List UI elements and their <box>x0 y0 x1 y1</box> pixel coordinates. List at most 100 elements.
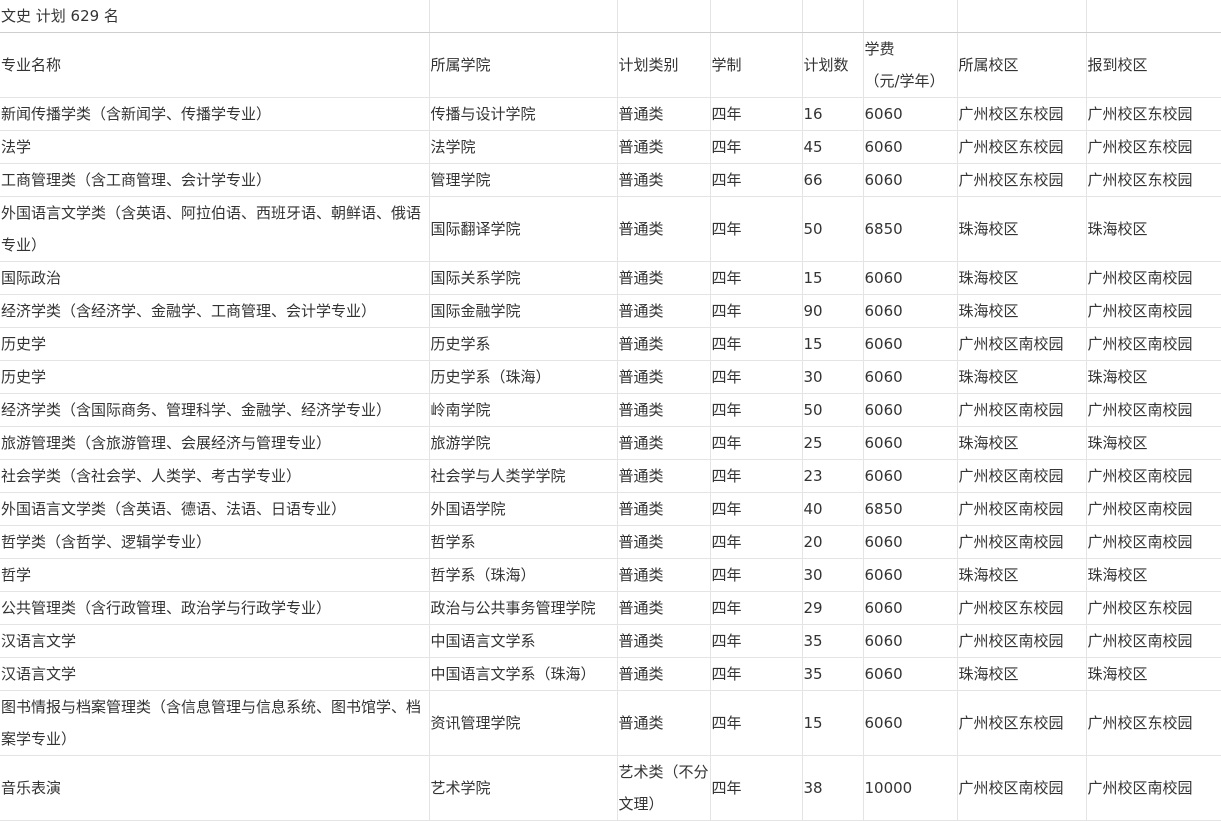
cell-report-campus: 珠海校区 <box>1086 657 1221 691</box>
cell-major: 经济学类（含经济学、金融学、工商管理、会计学专业） <box>0 294 430 328</box>
cell-duration: 四年 <box>710 657 803 691</box>
cell-duration: 四年 <box>710 163 803 197</box>
cell-college: 历史学系 <box>429 327 618 361</box>
cell-fee: 6060 <box>863 130 958 164</box>
cell-major: 旅游管理类（含旅游管理、会展经济与管理专业） <box>0 426 430 460</box>
cell-count: 16 <box>802 97 864 131</box>
cell-fee: 6060 <box>863 97 958 131</box>
cell-report-campus: 珠海校区 <box>1086 426 1221 460</box>
table-row: 哲学 哲学系（珠海） 普通类 四年 30 6060 珠海校区 珠海校区 <box>0 558 1221 592</box>
title-empty-cell <box>957 0 1087 33</box>
cell-fee: 6060 <box>863 327 958 361</box>
cell-duration: 四年 <box>710 130 803 164</box>
cell-category: 普通类 <box>617 558 711 592</box>
title-empty-cell <box>710 0 803 33</box>
cell-college: 传播与设计学院 <box>429 97 618 131</box>
title-empty-cell <box>863 0 958 33</box>
title-empty-cell <box>617 0 711 33</box>
cell-category: 普通类 <box>617 294 711 328</box>
cell-category: 普通类 <box>617 97 711 131</box>
cell-duration: 四年 <box>710 327 803 361</box>
cell-college: 旅游学院 <box>429 426 618 460</box>
cell-campus: 广州校区东校园 <box>957 163 1087 197</box>
cell-fee: 6060 <box>863 525 958 559</box>
cell-category: 普通类 <box>617 591 711 625</box>
cell-campus: 珠海校区 <box>957 426 1087 460</box>
cell-campus: 广州校区南校园 <box>957 755 1087 821</box>
header-fee-line1: 学费 <box>864 40 895 58</box>
cell-fee: 6060 <box>863 163 958 197</box>
cell-report-campus: 广州校区南校园 <box>1086 459 1221 493</box>
cell-major: 国际政治 <box>0 261 430 295</box>
cell-college: 哲学系（珠海） <box>429 558 618 592</box>
header-count: 计划数 <box>802 32 864 98</box>
table-row: 哲学类（含哲学、逻辑学专业） 哲学系 普通类 四年 20 6060 广州校区南校园 广州校区南… <box>0 525 1221 559</box>
cell-report-campus: 广州校区南校园 <box>1086 525 1221 559</box>
table-row: 经济学类（含经济学、金融学、工商管理、会计学专业） 国际金融学院 普通类 四年 90 60… <box>0 294 1221 328</box>
cell-duration: 四年 <box>710 426 803 460</box>
table-row: 音乐表演 艺术学院 艺术类（不分文理） 四年 38 10000 广州校区南校园 广州校区南校园 <box>0 755 1221 821</box>
cell-count: 40 <box>802 492 864 526</box>
cell-duration: 四年 <box>710 525 803 559</box>
cell-major: 历史学 <box>0 360 430 394</box>
cell-duration: 四年 <box>710 558 803 592</box>
cell-college: 中国语言文学系（珠海） <box>429 657 618 691</box>
cell-report-campus: 广州校区南校园 <box>1086 393 1221 427</box>
cell-college: 资讯管理学院 <box>429 690 618 756</box>
cell-count: 30 <box>802 360 864 394</box>
cell-fee: 6850 <box>863 492 958 526</box>
title-empty-cell <box>1086 0 1221 33</box>
cell-college: 外国语学院 <box>429 492 618 526</box>
cell-count: 15 <box>802 690 864 756</box>
table-row: 新闻传播学类（含新闻学、传播学专业） 传播与设计学院 普通类 四年 16 6060 广州校区… <box>0 97 1221 131</box>
table-row: 经济学类（含国际商务、管理科学、金融学、经济学专业） 岭南学院 普通类 四年 50 606… <box>0 393 1221 427</box>
cell-fee: 6060 <box>863 294 958 328</box>
cell-campus: 广州校区南校园 <box>957 393 1087 427</box>
cell-category: 普通类 <box>617 426 711 460</box>
cell-category: 艺术类（不分文理） <box>617 755 711 821</box>
table-row: 公共管理类（含行政管理、政治学与行政学专业） 政治与公共事务管理学院 普通类 四年 29… <box>0 591 1221 625</box>
cell-category: 普通类 <box>617 163 711 197</box>
cell-campus: 广州校区东校园 <box>957 130 1087 164</box>
header-campus: 所属校区 <box>957 32 1087 98</box>
cell-count: 23 <box>802 459 864 493</box>
cell-category: 普通类 <box>617 525 711 559</box>
cell-report-campus: 广州校区南校园 <box>1086 624 1221 658</box>
cell-fee: 6060 <box>863 591 958 625</box>
cell-fee: 6060 <box>863 261 958 295</box>
cell-campus: 广州校区东校园 <box>957 591 1087 625</box>
header-duration: 学制 <box>710 32 803 98</box>
cell-category: 普通类 <box>617 393 711 427</box>
cell-count: 30 <box>802 558 864 592</box>
cell-campus: 珠海校区 <box>957 360 1087 394</box>
cell-duration: 四年 <box>710 294 803 328</box>
cell-campus: 珠海校区 <box>957 558 1087 592</box>
cell-count: 15 <box>802 327 864 361</box>
cell-fee: 6060 <box>863 624 958 658</box>
cell-campus: 珠海校区 <box>957 657 1087 691</box>
cell-duration: 四年 <box>710 261 803 295</box>
cell-category: 普通类 <box>617 492 711 526</box>
cell-category: 普通类 <box>617 624 711 658</box>
cell-college: 国际翻译学院 <box>429 196 618 262</box>
cell-report-campus: 广州校区东校园 <box>1086 690 1221 756</box>
cell-duration: 四年 <box>710 690 803 756</box>
header-fee-line2: （元/学年） <box>864 72 945 90</box>
cell-report-campus: 广州校区南校园 <box>1086 755 1221 821</box>
table-row: 历史学 历史学系 普通类 四年 15 6060 广州校区南校园 广州校区南校园 <box>0 327 1221 361</box>
cell-campus: 广州校区南校园 <box>957 492 1087 526</box>
cell-duration: 四年 <box>710 624 803 658</box>
cell-duration: 四年 <box>710 755 803 821</box>
table-row: 国际政治 国际关系学院 普通类 四年 15 6060 珠海校区 广州校区南校园 <box>0 261 1221 295</box>
cell-college: 国际金融学院 <box>429 294 618 328</box>
table-title: 文史 计划 629 名 <box>0 0 430 33</box>
cell-count: 90 <box>802 294 864 328</box>
cell-duration: 四年 <box>710 492 803 526</box>
header-college: 所属学院 <box>429 32 618 98</box>
header-report-campus: 报到校区 <box>1086 32 1221 98</box>
cell-report-campus: 广州校区南校园 <box>1086 492 1221 526</box>
cell-major: 音乐表演 <box>0 755 430 821</box>
cell-major: 经济学类（含国际商务、管理科学、金融学、经济学专业） <box>0 393 430 427</box>
cell-category: 普通类 <box>617 196 711 262</box>
cell-fee: 6850 <box>863 196 958 262</box>
